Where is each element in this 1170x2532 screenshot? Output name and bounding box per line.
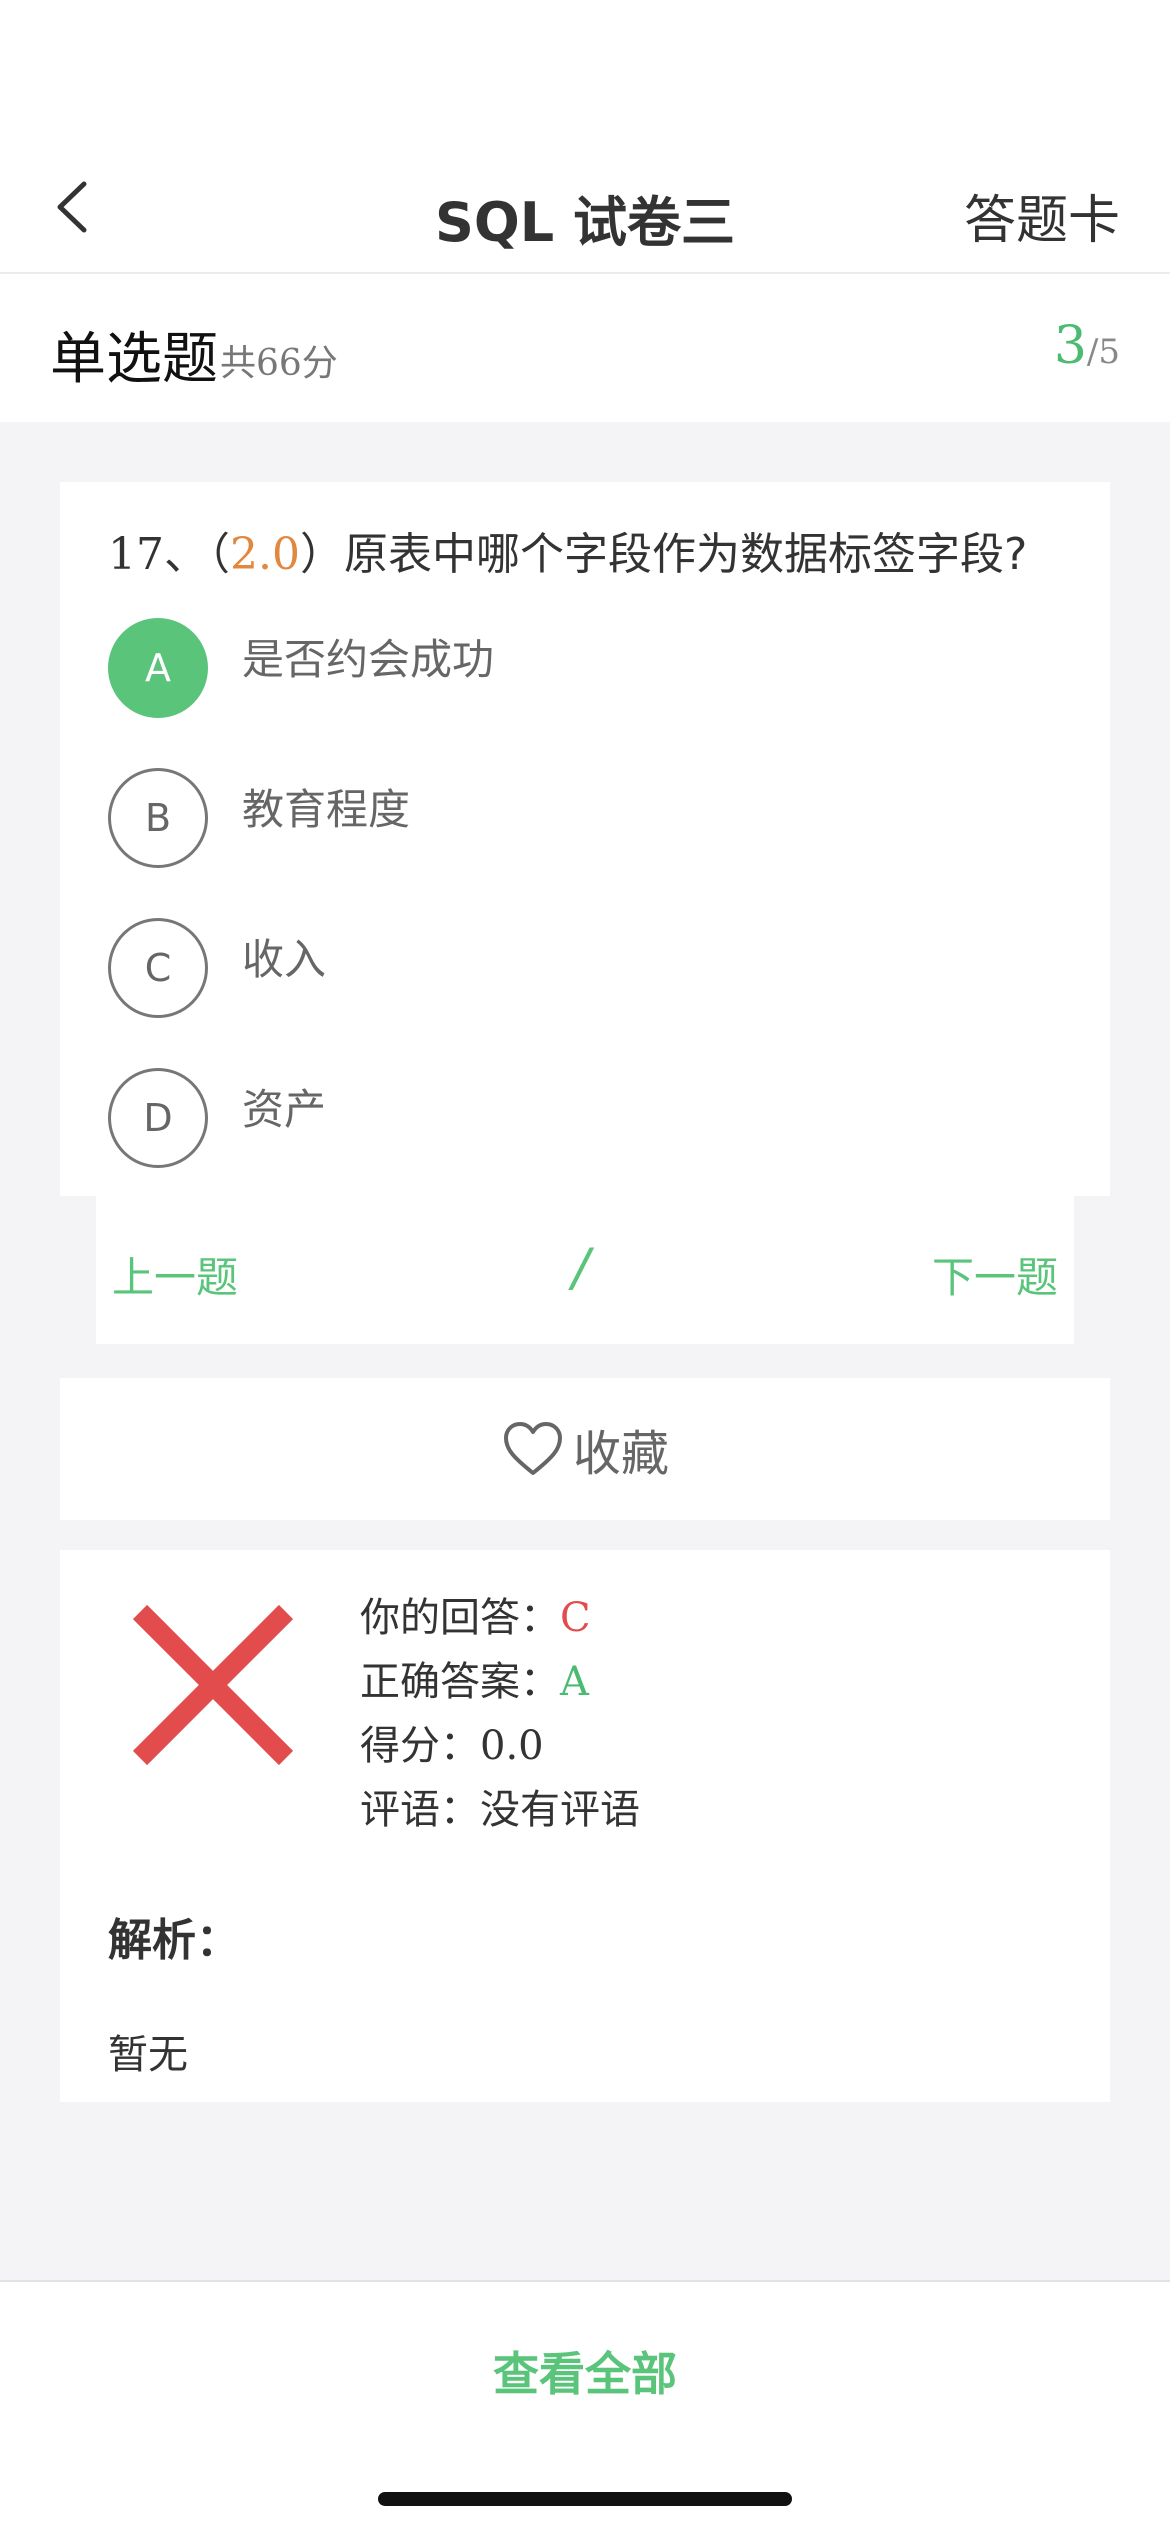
view-all-button[interactable]: 查看全部 [0, 2338, 1170, 2404]
progress-total: /5 [1086, 332, 1120, 372]
favorite-label: 收藏 [572, 1426, 669, 1482]
option-b-text: 教育程度 [242, 785, 411, 834]
correct-answer-label: 正确答案： [360, 1659, 560, 1705]
pager-separator: / [572, 1238, 590, 1298]
heart-outline-icon [503, 1422, 562, 1475]
option-a-badge: A [108, 618, 208, 718]
section-title: 单选题 [50, 327, 218, 392]
correct-answer-row: 正确答案：A [360, 1650, 640, 1714]
option-d-text: 资产 [242, 1085, 327, 1134]
exam-review-screen: SQL 试卷三 答题卡 单选题 共66分 3/5 17、（2.0）原表中哪个字段… [0, 0, 1170, 2532]
section-header: 单选题 共66分 3/5 [0, 274, 1170, 422]
option-c[interactable]: C 收入 [108, 918, 1068, 1018]
option-c-text: 收入 [242, 935, 327, 984]
score-paren-close: ） [299, 529, 344, 580]
back-button[interactable] [40, 172, 110, 242]
result-details: 你的回答：C 正确答案：A 得分：0.0 评语：没有评语 [360, 1586, 640, 1842]
question-pager: 上一题 / 下一题 [96, 1196, 1074, 1344]
your-answer-row: 你的回答：C [360, 1586, 640, 1650]
option-d-badge: D [108, 1068, 208, 1168]
status-bar [0, 0, 1170, 150]
wrong-cross-icon [132, 1604, 294, 1766]
question-score: 2.0 [230, 529, 300, 580]
option-b-badge: B [108, 768, 208, 868]
correct-answer-value: A [560, 1659, 589, 1705]
your-answer-value: C [560, 1595, 591, 1641]
question-text-line: 17、（2.0）原表中哪个字段作为数据标签字段? [108, 518, 1027, 582]
comment-row: 评语：没有评语 [360, 1778, 640, 1842]
score-row: 得分：0.0 [360, 1714, 640, 1778]
favorite-content: 收藏 [501, 1414, 669, 1484]
home-indicator [378, 2492, 792, 2506]
question-number: 17、 [108, 529, 208, 580]
analysis-title: 解析： [108, 1915, 240, 1966]
option-d[interactable]: D 资产 [108, 1068, 1068, 1168]
option-a-text: 是否约会成功 [242, 635, 495, 684]
favorite-button[interactable]: 收藏 [60, 1378, 1110, 1520]
option-b[interactable]: B 教育程度 [108, 768, 1068, 868]
score-label: 得分： [360, 1723, 480, 1769]
result-card: 你的回答：C 正确答案：A 得分：0.0 评语：没有评语 解析： 暂无 [60, 1550, 1110, 2102]
question-card: 17、（2.0）原表中哪个字段作为数据标签字段? A 是否约会成功 B 教育程度… [60, 482, 1110, 1196]
progress-current: 3 [1053, 316, 1087, 376]
score-paren-open: （ [208, 529, 230, 580]
nav-bar: SQL 试卷三 答题卡 [0, 150, 1170, 274]
section-total-score: 共66分 [220, 343, 338, 384]
your-answer-label: 你的回答： [360, 1595, 560, 1641]
answer-card-button[interactable]: 答题卡 [964, 178, 1120, 253]
comment-label: 评语： [360, 1787, 480, 1833]
next-question-button[interactable]: 下一题 [932, 1244, 1058, 1305]
score-value: 0.0 [480, 1723, 544, 1769]
prev-question-button[interactable]: 上一题 [112, 1244, 238, 1305]
chevron-left-icon [57, 181, 87, 233]
option-a[interactable]: A 是否约会成功 [108, 618, 1068, 718]
option-c-badge: C [108, 918, 208, 1018]
comment-value: 没有评语 [480, 1787, 640, 1833]
question-text: 原表中哪个字段作为数据标签字段? [343, 529, 1028, 580]
analysis-body: 暂无 [108, 2032, 188, 2078]
question-progress: 3/5 [1054, 316, 1120, 376]
bottom-bar: 查看全部 [0, 2280, 1170, 2532]
